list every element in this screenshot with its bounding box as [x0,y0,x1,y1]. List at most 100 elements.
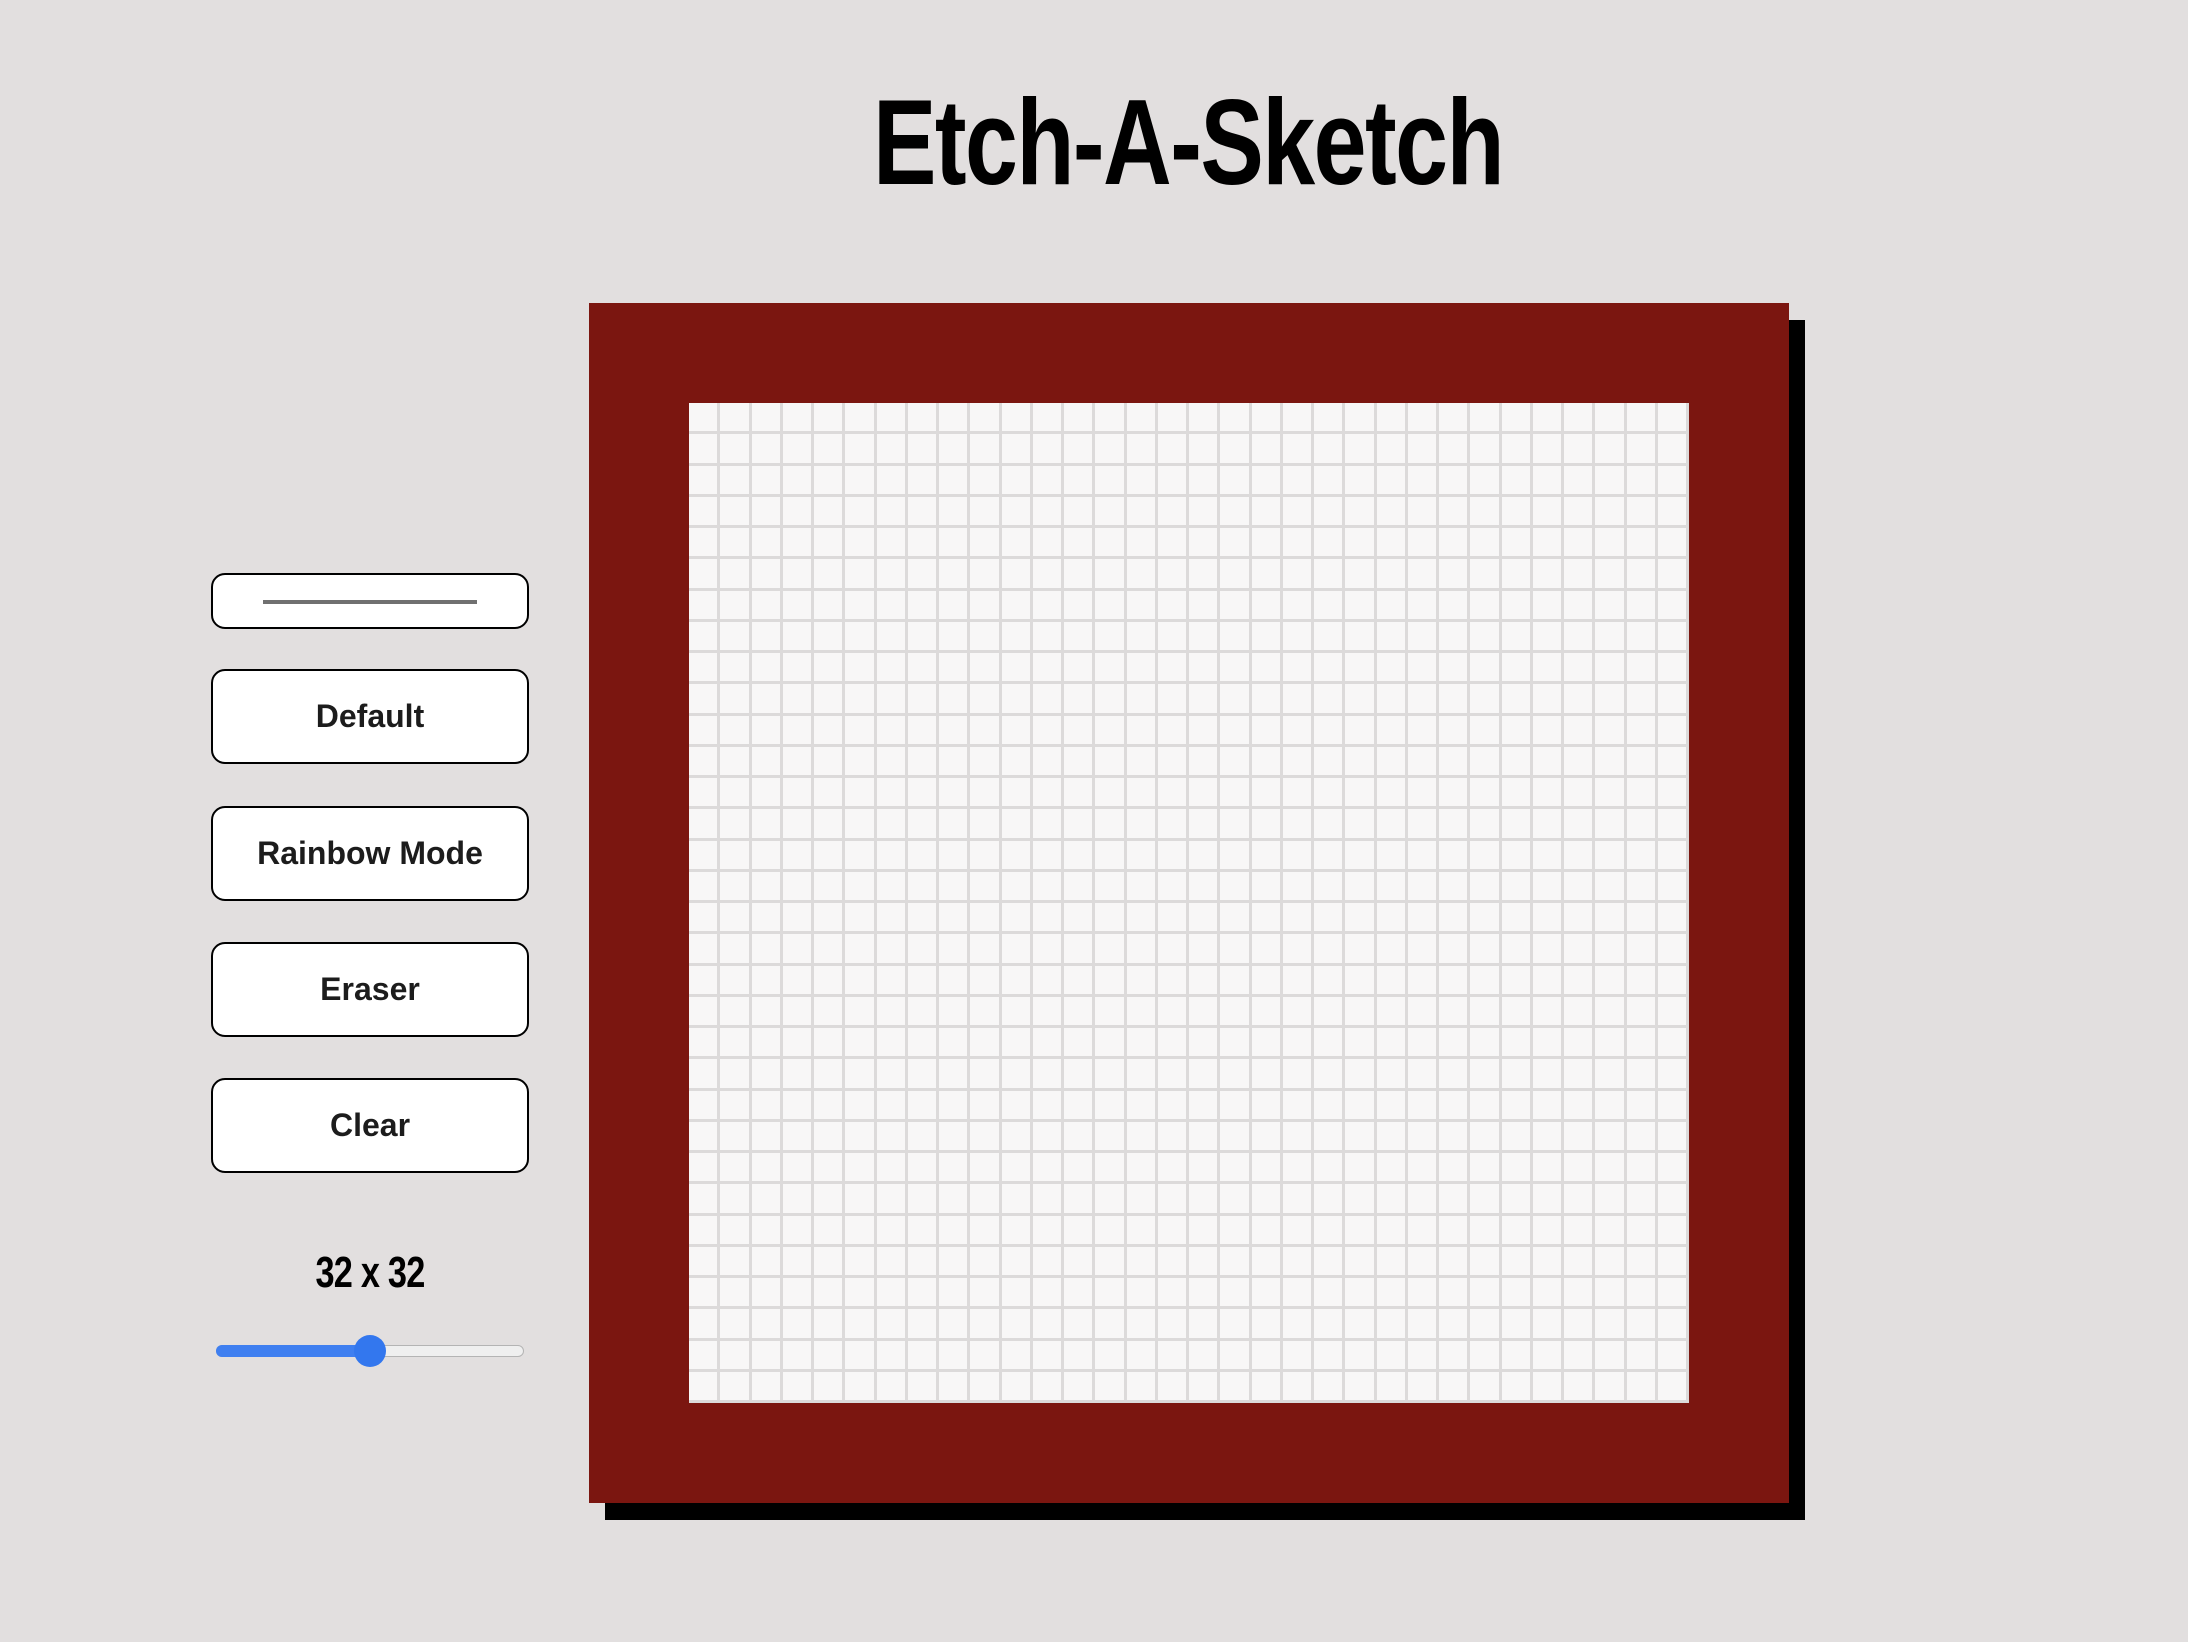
grid-cell[interactable] [782,528,814,560]
grid-cell[interactable] [1657,965,1689,997]
grid-cell[interactable] [1157,903,1189,935]
grid-cell[interactable] [1251,1246,1283,1278]
grid-cell[interactable] [1626,1090,1658,1122]
grid-cell[interactable] [1001,996,1033,1028]
grid-cell[interactable] [1407,1028,1439,1060]
grid-cell[interactable] [907,746,939,778]
grid-cell[interactable] [1657,653,1689,685]
grid-cell[interactable] [1626,1028,1658,1060]
grid-cell[interactable] [1126,840,1158,872]
grid-cell[interactable] [1439,778,1471,810]
grid-cell[interactable] [1626,1371,1658,1403]
grid-cell[interactable] [907,934,939,966]
grid-cell[interactable] [1626,621,1658,653]
grid-cell[interactable] [845,621,877,653]
grid-cell[interactable] [939,746,971,778]
grid-cell[interactable] [720,403,752,435]
grid-cell[interactable] [1532,871,1564,903]
grid-cell[interactable] [1657,809,1689,841]
grid-cell[interactable] [1001,559,1033,591]
grid-cell[interactable] [1532,778,1564,810]
grid-cell[interactable] [1345,809,1377,841]
grid-cell[interactable] [1032,1340,1064,1372]
grid-cell[interactable] [751,653,783,685]
grid-cell[interactable] [720,1028,752,1060]
grid-cell[interactable] [876,559,908,591]
grid-cell[interactable] [1626,528,1658,560]
grid-cell[interactable] [970,684,1002,716]
grid-cell[interactable] [1657,434,1689,466]
grid-cell[interactable] [845,496,877,528]
grid-cell[interactable] [907,465,939,497]
grid-cell[interactable] [1439,840,1471,872]
grid-cell[interactable] [970,840,1002,872]
grid-cell[interactable] [782,496,814,528]
grid-cell[interactable] [907,1184,939,1216]
grid-cell[interactable] [814,965,846,997]
grid-cell[interactable] [1407,1121,1439,1153]
grid-cell[interactable] [907,1059,939,1091]
grid-cell[interactable] [1220,1184,1252,1216]
grid-cell[interactable] [845,590,877,622]
grid-cell[interactable] [1095,1278,1127,1310]
grid-cell[interactable] [1314,403,1346,435]
grid-cell[interactable] [689,934,721,966]
grid-cell[interactable] [1064,996,1096,1028]
grid-cell[interactable] [1064,1184,1096,1216]
grid-cell[interactable] [1189,1090,1221,1122]
grid-cell[interactable] [1564,996,1596,1028]
grid-cell[interactable] [970,746,1002,778]
grid-cell[interactable] [1064,1309,1096,1341]
grid-cell[interactable] [1657,590,1689,622]
grid-cell[interactable] [845,1371,877,1403]
grid-cell[interactable] [1064,1215,1096,1247]
grid-cell[interactable] [1407,1246,1439,1278]
grid-cell[interactable] [1251,778,1283,810]
grid-cell[interactable] [845,559,877,591]
grid-cell[interactable] [720,559,752,591]
grid-cell[interactable] [1501,496,1533,528]
grid-cell[interactable] [876,746,908,778]
grid-cell[interactable] [970,1059,1002,1091]
grid-cell[interactable] [1314,684,1346,716]
grid-cell[interactable] [751,1340,783,1372]
grid-cell[interactable] [1251,684,1283,716]
grid-cell[interactable] [1032,965,1064,997]
grid-cell[interactable] [1282,871,1314,903]
grid-cell[interactable] [1657,403,1689,435]
grid-cell[interactable] [1595,621,1627,653]
grid-cell[interactable] [1032,1121,1064,1153]
grid-cell[interactable] [876,1278,908,1310]
grid-cell[interactable] [970,1340,1002,1372]
grid-cell[interactable] [1595,465,1627,497]
grid-cell[interactable] [1470,871,1502,903]
grid-cell[interactable] [1157,434,1189,466]
grid-cell[interactable] [1470,403,1502,435]
grid-cell[interactable] [907,1340,939,1372]
grid-cell[interactable] [1251,1340,1283,1372]
grid-cell[interactable] [1220,903,1252,935]
grid-cell[interactable] [1439,434,1471,466]
grid-cell[interactable] [1564,559,1596,591]
grid-cell[interactable] [814,1246,846,1278]
grid-cell[interactable] [1564,653,1596,685]
grid-cell[interactable] [939,559,971,591]
grid-cell[interactable] [1626,965,1658,997]
grid-cell[interactable] [1282,590,1314,622]
grid-cell[interactable] [1532,1371,1564,1403]
grid-cell[interactable] [751,403,783,435]
grid-cell[interactable] [1532,965,1564,997]
grid-cell[interactable] [1126,1340,1158,1372]
grid-cell[interactable] [814,746,846,778]
grid-cell[interactable] [1126,1090,1158,1122]
grid-cell[interactable] [751,621,783,653]
grid-cell[interactable] [689,684,721,716]
grid-cell[interactable] [1032,715,1064,747]
grid-cell[interactable] [1657,840,1689,872]
grid-cell[interactable] [1532,403,1564,435]
grid-cell[interactable] [1126,809,1158,841]
grid-cell[interactable] [1251,1028,1283,1060]
grid-cell[interactable] [1439,465,1471,497]
grid-cell[interactable] [1126,1059,1158,1091]
grid-cell[interactable] [1407,715,1439,747]
